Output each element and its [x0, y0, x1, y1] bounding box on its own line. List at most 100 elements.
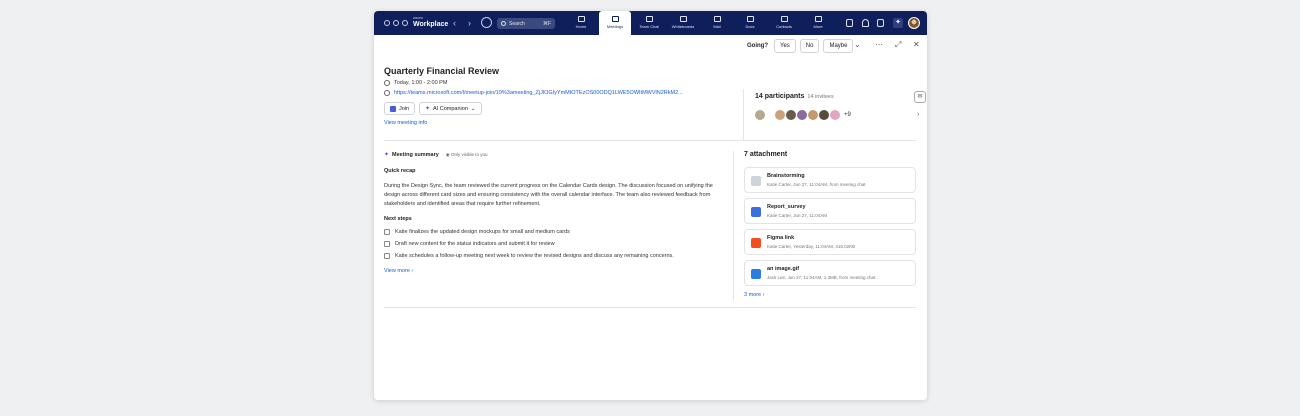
attachment-name: Brainstorming	[767, 173, 805, 179]
ai-companion-button[interactable]: ✦ AI Companion ⌄	[419, 102, 482, 115]
chevron-down-icon: ⌄	[470, 105, 476, 112]
nav-label: Mail	[713, 24, 721, 29]
attachment-name: Figma link	[767, 235, 795, 241]
forward-arrow-icon[interactable]: ›	[468, 18, 471, 28]
next-step-item[interactable]: Katie finalizes the updated design mocku…	[384, 229, 570, 235]
nav-label: Home	[575, 24, 587, 29]
attachment-card[interactable]: an image.gif Jack Lee, Jun 27, 11:04AM, …	[744, 260, 916, 286]
more-icon	[814, 16, 822, 22]
more-participants-count: +9	[844, 112, 851, 118]
more-attachments-label: 3 more	[744, 292, 762, 298]
step-text: Katie finalizes the updated design mocku…	[395, 229, 570, 235]
attachments-title: 7 attachment	[744, 151, 788, 158]
view-more-label: View more	[384, 268, 410, 274]
nav-label: Docs	[745, 24, 755, 29]
view-meeting-info-link[interactable]: View meeting info	[384, 120, 427, 126]
divider	[384, 140, 916, 141]
attachment-meta: Katie Carter, Jun 27, 11:04AM	[767, 213, 827, 218]
ai-companion-label: AI Companion	[433, 105, 468, 112]
checkbox[interactable]	[384, 253, 390, 259]
rsvp-no-button[interactable]: No	[799, 39, 820, 53]
nav-label: Team Chat	[639, 24, 659, 29]
join-button[interactable]: Join	[384, 102, 416, 115]
mail-icon[interactable]: ✉	[914, 91, 926, 103]
attachment-name: Report_survey	[767, 204, 806, 210]
going-label: Going?	[747, 43, 768, 49]
nav-label: Whiteboards	[671, 24, 695, 29]
participant-avatars[interactable]: +9	[754, 109, 851, 121]
rsvp-yes-button[interactable]: Yes	[774, 39, 796, 53]
nav-tab-docs[interactable]: Docs	[734, 11, 766, 35]
doc-icon	[751, 207, 761, 217]
avatar	[754, 109, 766, 121]
mail-icon	[713, 16, 721, 22]
next-steps-title: Next steps	[384, 216, 412, 222]
nav-tab-contacts[interactable]: Contacts	[768, 11, 800, 35]
close-icon[interactable]: ✕	[913, 40, 920, 49]
visibility-note: ◉ Only visible to you	[445, 151, 488, 157]
nav-label: More	[813, 24, 823, 29]
meeting-window: zoom Workplace ‹ › Search ⌘F Home Meeting…	[374, 11, 927, 400]
search-placeholder: Search	[509, 20, 525, 27]
checkbox[interactable]	[384, 229, 390, 235]
location-icon	[384, 90, 390, 96]
checkbox[interactable]	[384, 241, 390, 247]
history-icon[interactable]	[481, 17, 492, 28]
panel-icon[interactable]	[877, 19, 884, 27]
summary-header: ✦ Meeting summary ◉ Only visible to you	[384, 151, 488, 159]
nav-tab-team-chat[interactable]: Team Chat	[633, 11, 665, 35]
ai-companion-icon[interactable]: ✦	[893, 18, 903, 28]
avatar	[829, 109, 841, 121]
top-bar: zoom Workplace ‹ › Search ⌘F Home Meeting…	[374, 11, 927, 35]
search-input[interactable]: Search ⌘F	[497, 18, 555, 29]
bell-icon[interactable]	[862, 19, 869, 27]
nav-tab-mail[interactable]: Mail	[701, 11, 733, 35]
invitees-count: 14 invitees	[807, 94, 834, 100]
more-attachments-link[interactable]: 3 more ›	[744, 292, 765, 298]
nav-tab-meetings[interactable]: Meetings	[599, 11, 631, 35]
divider	[384, 307, 916, 308]
nav-label: Contacts	[776, 24, 792, 29]
next-step-item[interactable]: Draft new content for the status indicat…	[384, 241, 555, 247]
attachment-card[interactable]: Figma link Katie Carter, Yesterday, 11:0…	[744, 229, 916, 255]
summary-title: Meeting summary	[392, 151, 439, 158]
meeting-time: Today, 1:00 - 2:00 PM	[394, 80, 448, 86]
attachment-card[interactable]: Report_survey Katie Carter, Jun 27, 11:0…	[744, 198, 916, 224]
nav-label: Meetings	[606, 24, 624, 29]
rsvp-bar: Going? Yes No Maybe	[747, 39, 854, 53]
back-arrow-icon[interactable]: ‹	[453, 18, 456, 28]
attachment-card[interactable]: Brainstorming Katie Carter, Jun 27, 11:0…	[744, 167, 916, 193]
image-icon	[751, 269, 761, 279]
whiteboard-icon	[679, 16, 687, 22]
brand-name: Workplace	[413, 21, 449, 28]
join-label: Join	[399, 105, 410, 112]
phone-icon[interactable]	[846, 19, 853, 27]
search-shortcut: ⌘F	[542, 21, 551, 27]
file-icon	[751, 176, 761, 186]
meeting-time-row: Today, 1:00 - 2:00 PM	[384, 80, 447, 86]
attachment-meta: Katie Carter, Jun 27, 11:04AM, from meet…	[767, 182, 866, 187]
nav-tab-home[interactable]: Home	[565, 11, 597, 35]
expand-icon[interactable]: ⤢	[895, 40, 901, 50]
view-more-link[interactable]: View more ›	[384, 268, 413, 274]
chevron-right-icon[interactable]: ›	[917, 111, 919, 118]
chevron-down-icon[interactable]: ⌄	[854, 40, 861, 49]
user-avatar[interactable]	[908, 17, 920, 29]
nav-tab-whiteboards[interactable]: Whiteboards	[667, 11, 699, 35]
meeting-url[interactable]: https://teams.microsoft.com/l/meetup-joi…	[394, 90, 683, 96]
more-options-icon[interactable]: ⋯	[875, 40, 883, 49]
visibility-text: Only visible to you	[450, 151, 488, 157]
sparkle-icon: ✦	[425, 106, 431, 112]
brand-small: zoom	[413, 15, 423, 20]
home-icon	[577, 16, 585, 22]
attachment-name: an image.gif	[767, 266, 800, 272]
nav-tab-more[interactable]: More	[802, 11, 834, 35]
next-step-item[interactable]: Katie schedules a follow-up meeting next…	[384, 253, 674, 259]
clock-icon	[384, 80, 390, 86]
docs-icon	[746, 16, 754, 22]
window-controls[interactable]	[384, 20, 408, 26]
quick-recap-title: Quick recap	[384, 168, 416, 174]
rsvp-maybe-button[interactable]: Maybe	[823, 39, 854, 53]
participants-count: 14 participants	[755, 93, 805, 100]
meeting-url-row: https://teams.microsoft.com/l/meetup-joi…	[384, 90, 683, 96]
